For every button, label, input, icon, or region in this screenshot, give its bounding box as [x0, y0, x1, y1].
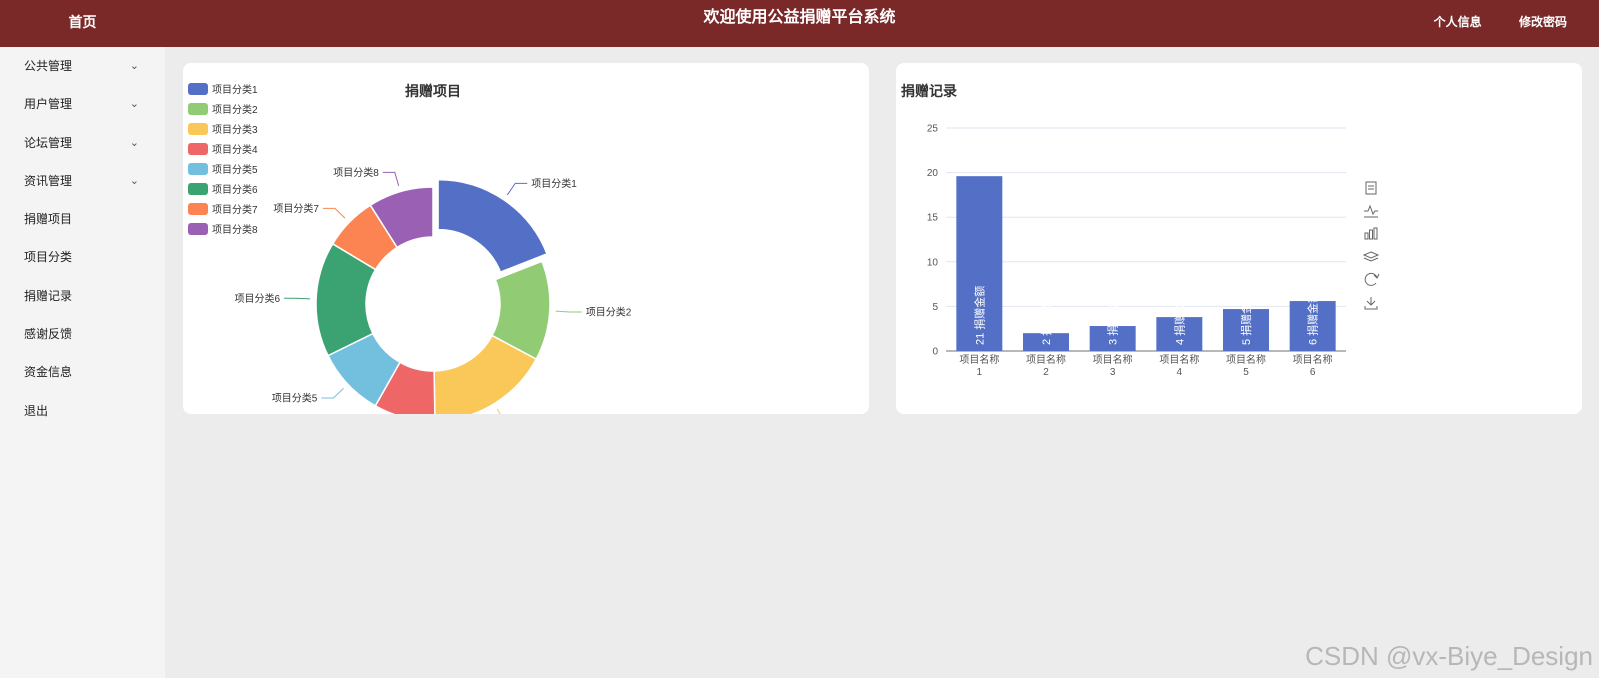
bar-data-label: 2 捐赠金额: [1039, 292, 1053, 345]
chevron-down-icon: ⌄: [129, 174, 139, 187]
bar-data-label: 3 捐赠金额: [1106, 292, 1120, 345]
sidebar-item-donation-records[interactable]: 捐赠记录: [0, 277, 165, 315]
x-tick-label: 项目名称 4: [1159, 353, 1199, 378]
pie-label-line: [284, 297, 311, 300]
pie-slice-label: 项目分类2: [586, 305, 632, 318]
pie-label-line: [496, 408, 501, 414]
profile-link[interactable]: 个人信息: [1434, 15, 1482, 29]
stack-icon[interactable]: [1362, 248, 1380, 266]
pie-label-line: [555, 310, 582, 313]
pie-label-line: [506, 182, 528, 196]
pie-label-line: [321, 388, 344, 399]
donation-projects-card: 捐赠项目 项目分类1 项目分类2 项目分类3 项目分类4 项目分类5 项目分类6 项目分类7…: [183, 63, 869, 414]
y-tick-label: 5: [932, 302, 938, 313]
legend-label[interactable]: 项目分类1: [212, 83, 258, 96]
donation-projects-chart: 捐赠项目 项目分类1 项目分类2 项目分类3 项目分类4 项目分类5 项目分类6 项目分类7…: [188, 83, 632, 414]
sidebar-item-label: 资讯管理: [24, 173, 73, 188]
legend-label[interactable]: 项目分类4: [212, 143, 258, 156]
sidebar-item-label: 感谢反馈: [24, 327, 73, 342]
bar-data-label: 4 捐赠金额: [1172, 292, 1186, 345]
x-tick-label: 项目名称 1: [959, 353, 999, 378]
y-tick-label: 20: [927, 168, 939, 179]
bar-chart-title: 捐赠记录: [901, 83, 957, 99]
sidebar-item-feedback[interactable]: 感谢反馈: [0, 315, 165, 353]
sidebar-item-label: 资金信息: [24, 365, 73, 380]
y-tick-label: 0: [932, 347, 938, 358]
sidebar-item-label: 论坛管理: [24, 135, 73, 150]
sidebar-item-funds[interactable]: 资金信息: [0, 353, 165, 391]
pie-slice-label: 项目分类5: [272, 392, 318, 405]
page-title: 欢迎使用公益捐赠平台系统: [703, 9, 896, 26]
y-tick-label: 15: [927, 213, 939, 224]
legend-label[interactable]: 项目分类3: [212, 123, 258, 136]
sidebar-item-label: 捐赠记录: [24, 288, 73, 303]
donation-records-card: 捐赠记录 0 5 10 15 20 25 21 捐赠金额 2 捐赠金额 3 捐赠金额 4 捐赠金…: [896, 63, 1582, 414]
change-password-link[interactable]: 修改密码: [1519, 15, 1567, 29]
top-bar: 首页 欢迎使用公益捐赠平台系统 个人信息 修改密码: [0, 0, 1599, 47]
legend-label[interactable]: 项目分类2: [212, 103, 258, 116]
sidebar-item-label: 公共管理: [24, 59, 73, 73]
x-tick-label: 项目名称 3: [1093, 353, 1133, 378]
download-icon[interactable]: [1362, 294, 1380, 312]
bar-data-label: 5 捐赠金额: [1239, 292, 1253, 345]
pie-chart-title: 捐赠项目: [405, 83, 461, 99]
y-tick-label: 10: [927, 257, 939, 268]
legend-swatch[interactable]: [188, 203, 208, 215]
x-tick-label: 项目名称 2: [1026, 353, 1066, 378]
legend-label[interactable]: 项目分类7: [212, 203, 258, 216]
top-links: 个人信息 修改密码: [1400, 0, 1567, 44]
pie-slice-label: 项目分类6: [235, 292, 281, 305]
chevron-down-icon: ⌄: [129, 98, 139, 111]
legend-label[interactable]: 项目分类5: [212, 163, 258, 176]
pie-label-line: [382, 171, 400, 187]
pie-slice-label: 项目分类1: [531, 177, 577, 190]
legend-swatch[interactable]: [188, 163, 208, 175]
chevron-down-icon: ⌄: [129, 60, 139, 72]
pie-slice-label: 项目分类7: [273, 202, 319, 215]
line-chart-icon[interactable]: [1362, 202, 1380, 220]
sidebar-item-label: 退出: [24, 403, 49, 418]
pie-slice[interactable]: [437, 178, 548, 274]
data-view-icon[interactable]: [1362, 179, 1380, 197]
sidebar-item-donation-projects[interactable]: 捐赠项目: [0, 200, 165, 238]
sidebar-item-public[interactable]: 公共管理 ⌄: [0, 47, 165, 85]
sidebar-item-logout[interactable]: 退出: [0, 392, 165, 430]
sidebar-item-project-categories[interactable]: 项目分类: [0, 238, 165, 276]
bar-data-label: 21 捐赠金额: [972, 286, 986, 345]
bar-chart-icon[interactable]: [1362, 225, 1380, 243]
legend-label[interactable]: 项目分类8: [212, 223, 258, 236]
sidebar-menu: 公共管理 ⌄ 用户管理 ⌄ 论坛管理 ⌄ 资讯管理 ⌄ 捐赠项目 项目分类 捐赠记录 感…: [0, 47, 165, 678]
donation-records-chart: 捐赠记录 0 5 10 15 20 25 21 捐赠金额 2 捐赠金额 3 捐赠金额 4 捐赠金…: [901, 83, 1380, 378]
chevron-down-icon: ⌄: [129, 136, 139, 149]
sidebar-item-forum[interactable]: 论坛管理 ⌄: [0, 124, 165, 162]
bar-data-label: 6 捐赠金额: [1306, 292, 1320, 345]
legend-swatch[interactable]: [188, 183, 208, 195]
watermark: CSDN @vx-Biye_Design: [1305, 641, 1593, 671]
sidebar-item-label: 用户管理: [24, 97, 73, 112]
legend-label[interactable]: 项目分类6: [212, 183, 258, 196]
legend-swatch[interactable]: [188, 83, 208, 95]
legend-swatch[interactable]: [188, 123, 208, 135]
sidebar-item-news[interactable]: 资讯管理 ⌄: [0, 162, 165, 200]
sidebar-item-label: 项目分类: [24, 250, 73, 265]
legend-swatch[interactable]: [188, 103, 208, 115]
pie-slice-label: 项目分类8: [333, 166, 379, 179]
x-tick-label: 项目名称 6: [1293, 353, 1333, 378]
legend-swatch[interactable]: [188, 223, 208, 235]
restore-icon[interactable]: [1362, 271, 1380, 289]
x-tick-label: 项目名称 5: [1226, 353, 1266, 378]
sidebar-item-label: 捐赠项目: [24, 212, 73, 227]
y-tick-label: 25: [927, 124, 939, 135]
legend-swatch[interactable]: [188, 143, 208, 155]
pie-label-line: [322, 207, 346, 219]
sidebar-item-users[interactable]: 用户管理 ⌄: [0, 85, 165, 123]
